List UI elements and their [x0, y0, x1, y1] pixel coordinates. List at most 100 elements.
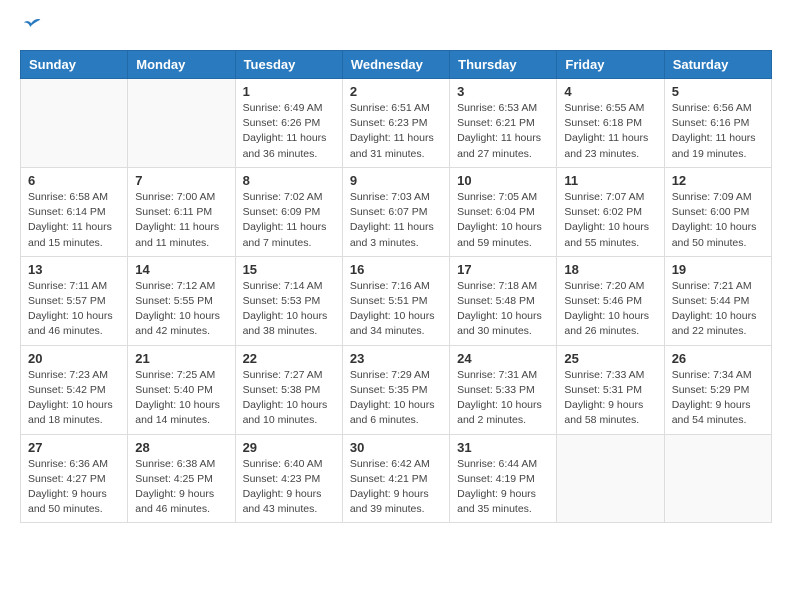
day-info: Sunrise: 7:20 AM Sunset: 5:46 PM Dayligh… [564, 279, 656, 340]
day-cell: 30 Sunrise: 6:42 AM Sunset: 4:21 PM Dayli… [342, 434, 449, 523]
weekday-header-wednesday: Wednesday [342, 51, 449, 79]
day-cell: 14 Sunrise: 7:12 AM Sunset: 5:55 PM Dayli… [128, 256, 235, 345]
weekday-header-friday: Friday [557, 51, 664, 79]
day-number: 23 [350, 351, 442, 366]
day-cell: 3Sunrise: 6:53 AM Sunset: 6:21 PM Daylig… [450, 79, 557, 168]
day-cell: 17 Sunrise: 7:18 AM Sunset: 5:48 PM Dayli… [450, 256, 557, 345]
day-number: 25 [564, 351, 656, 366]
calendar-table: SundayMondayTuesdayWednesdayThursdayFrid… [20, 50, 772, 523]
day-info: Sunrise: 6:42 AM Sunset: 4:21 PM Dayligh… [350, 457, 442, 518]
day-info: Sunrise: 6:56 AM Sunset: 6:16 PM Dayligh… [672, 101, 764, 162]
day-cell [664, 434, 771, 523]
weekday-header-thursday: Thursday [450, 51, 557, 79]
day-number: 22 [243, 351, 335, 366]
day-cell: 26 Sunrise: 7:34 AM Sunset: 5:29 PM Dayli… [664, 345, 771, 434]
day-number: 27 [28, 440, 120, 455]
day-info: Sunrise: 7:14 AM Sunset: 5:53 PM Dayligh… [243, 279, 335, 340]
day-info: Sunrise: 7:33 AM Sunset: 5:31 PM Dayligh… [564, 368, 656, 429]
day-cell: 28 Sunrise: 6:38 AM Sunset: 4:25 PM Dayli… [128, 434, 235, 523]
day-number: 9 [350, 173, 442, 188]
day-number: 11 [564, 173, 656, 188]
day-info: Sunrise: 7:00 AM Sunset: 6:11 PM Dayligh… [135, 190, 227, 251]
day-cell: 2Sunrise: 6:51 AM Sunset: 6:23 PM Daylig… [342, 79, 449, 168]
day-cell: 27Sunrise: 6:36 AM Sunset: 4:27 PM Dayli… [21, 434, 128, 523]
day-number: 15 [243, 262, 335, 277]
day-number: 4 [564, 84, 656, 99]
day-cell: 16 Sunrise: 7:16 AM Sunset: 5:51 PM Dayli… [342, 256, 449, 345]
day-info: Sunrise: 7:18 AM Sunset: 5:48 PM Dayligh… [457, 279, 549, 340]
day-number: 28 [135, 440, 227, 455]
week-row-1: 1 Sunrise: 6:49 AM Sunset: 6:26 PM Daylig… [21, 79, 772, 168]
day-cell: 24 Sunrise: 7:31 AM Sunset: 5:33 PM Dayli… [450, 345, 557, 434]
day-info: Sunrise: 7:34 AM Sunset: 5:29 PM Dayligh… [672, 368, 764, 429]
day-number: 19 [672, 262, 764, 277]
day-number: 7 [135, 173, 227, 188]
day-number: 26 [672, 351, 764, 366]
day-cell [557, 434, 664, 523]
day-info: Sunrise: 7:02 AM Sunset: 6:09 PM Dayligh… [243, 190, 335, 251]
day-number: 29 [243, 440, 335, 455]
day-number: 24 [457, 351, 549, 366]
day-number: 13 [28, 262, 120, 277]
week-row-3: 13 Sunrise: 7:11 AM Sunset: 5:57 PM Dayli… [21, 256, 772, 345]
day-cell: 7 Sunrise: 7:00 AM Sunset: 6:11 PM Daylig… [128, 167, 235, 256]
day-number: 17 [457, 262, 549, 277]
day-cell: 22 Sunrise: 7:27 AM Sunset: 5:38 PM Dayli… [235, 345, 342, 434]
day-cell: 31 Sunrise: 6:44 AM Sunset: 4:19 PM Dayli… [450, 434, 557, 523]
day-cell [21, 79, 128, 168]
day-info: Sunrise: 7:05 AM Sunset: 6:04 PM Dayligh… [457, 190, 549, 251]
day-number: 6 [28, 173, 120, 188]
day-cell [128, 79, 235, 168]
day-info: Sunrise: 7:23 AM Sunset: 5:42 PM Dayligh… [28, 368, 120, 429]
day-info: Sunrise: 7:09 AM Sunset: 6:00 PM Dayligh… [672, 190, 764, 251]
day-info: Sunrise: 7:25 AM Sunset: 5:40 PM Dayligh… [135, 368, 227, 429]
weekday-header-sunday: Sunday [21, 51, 128, 79]
day-cell: 21 Sunrise: 7:25 AM Sunset: 5:40 PM Dayli… [128, 345, 235, 434]
weekday-header-monday: Monday [128, 51, 235, 79]
day-info: Sunrise: 7:27 AM Sunset: 5:38 PM Dayligh… [243, 368, 335, 429]
day-info: Sunrise: 7:31 AM Sunset: 5:33 PM Dayligh… [457, 368, 549, 429]
weekday-header-row: SundayMondayTuesdayWednesdayThursdayFrid… [21, 51, 772, 79]
day-info: Sunrise: 7:12 AM Sunset: 5:55 PM Dayligh… [135, 279, 227, 340]
day-info: Sunrise: 7:07 AM Sunset: 6:02 PM Dayligh… [564, 190, 656, 251]
day-cell: 9 Sunrise: 7:03 AM Sunset: 6:07 PM Daylig… [342, 167, 449, 256]
day-info: Sunrise: 6:44 AM Sunset: 4:19 PM Dayligh… [457, 457, 549, 518]
day-cell: 18 Sunrise: 7:20 AM Sunset: 5:46 PM Dayli… [557, 256, 664, 345]
day-info: Sunrise: 6:38 AM Sunset: 4:25 PM Dayligh… [135, 457, 227, 518]
day-info: Sunrise: 6:51 AM Sunset: 6:23 PM Dayligh… [350, 101, 442, 162]
day-info: Sunrise: 6:58 AM Sunset: 6:14 PM Dayligh… [28, 190, 120, 251]
day-number: 10 [457, 173, 549, 188]
day-number: 14 [135, 262, 227, 277]
day-info: Sunrise: 6:55 AM Sunset: 6:18 PM Dayligh… [564, 101, 656, 162]
day-cell: 4 Sunrise: 6:55 AM Sunset: 6:18 PM Daylig… [557, 79, 664, 168]
day-number: 21 [135, 351, 227, 366]
day-cell: 12Sunrise: 7:09 AM Sunset: 6:00 PM Dayli… [664, 167, 771, 256]
day-cell: 23Sunrise: 7:29 AM Sunset: 5:35 PM Dayli… [342, 345, 449, 434]
day-cell: 10 Sunrise: 7:05 AM Sunset: 6:04 PM Dayli… [450, 167, 557, 256]
day-info: Sunrise: 7:11 AM Sunset: 5:57 PM Dayligh… [28, 279, 120, 340]
day-number: 31 [457, 440, 549, 455]
logo-bird-icon [22, 16, 44, 38]
week-row-5: 27Sunrise: 6:36 AM Sunset: 4:27 PM Dayli… [21, 434, 772, 523]
week-row-2: 6 Sunrise: 6:58 AM Sunset: 6:14 PM Daylig… [21, 167, 772, 256]
day-info: Sunrise: 6:53 AM Sunset: 6:21 PM Dayligh… [457, 101, 549, 162]
day-cell: 15 Sunrise: 7:14 AM Sunset: 5:53 PM Dayli… [235, 256, 342, 345]
day-number: 5 [672, 84, 764, 99]
day-number: 16 [350, 262, 442, 277]
header [20, 16, 772, 38]
weekday-header-tuesday: Tuesday [235, 51, 342, 79]
day-cell: 11 Sunrise: 7:07 AM Sunset: 6:02 PM Dayli… [557, 167, 664, 256]
day-cell: 5 Sunrise: 6:56 AM Sunset: 6:16 PM Daylig… [664, 79, 771, 168]
day-number: 20 [28, 351, 120, 366]
day-cell: 6 Sunrise: 6:58 AM Sunset: 6:14 PM Daylig… [21, 167, 128, 256]
day-info: Sunrise: 7:16 AM Sunset: 5:51 PM Dayligh… [350, 279, 442, 340]
day-number: 18 [564, 262, 656, 277]
day-info: Sunrise: 6:49 AM Sunset: 6:26 PM Dayligh… [243, 101, 335, 162]
logo [20, 16, 44, 38]
day-number: 30 [350, 440, 442, 455]
day-cell: 25 Sunrise: 7:33 AM Sunset: 5:31 PM Dayli… [557, 345, 664, 434]
day-info: Sunrise: 7:03 AM Sunset: 6:07 PM Dayligh… [350, 190, 442, 251]
day-cell: 1 Sunrise: 6:49 AM Sunset: 6:26 PM Daylig… [235, 79, 342, 168]
day-number: 1 [243, 84, 335, 99]
day-info: Sunrise: 7:21 AM Sunset: 5:44 PM Dayligh… [672, 279, 764, 340]
